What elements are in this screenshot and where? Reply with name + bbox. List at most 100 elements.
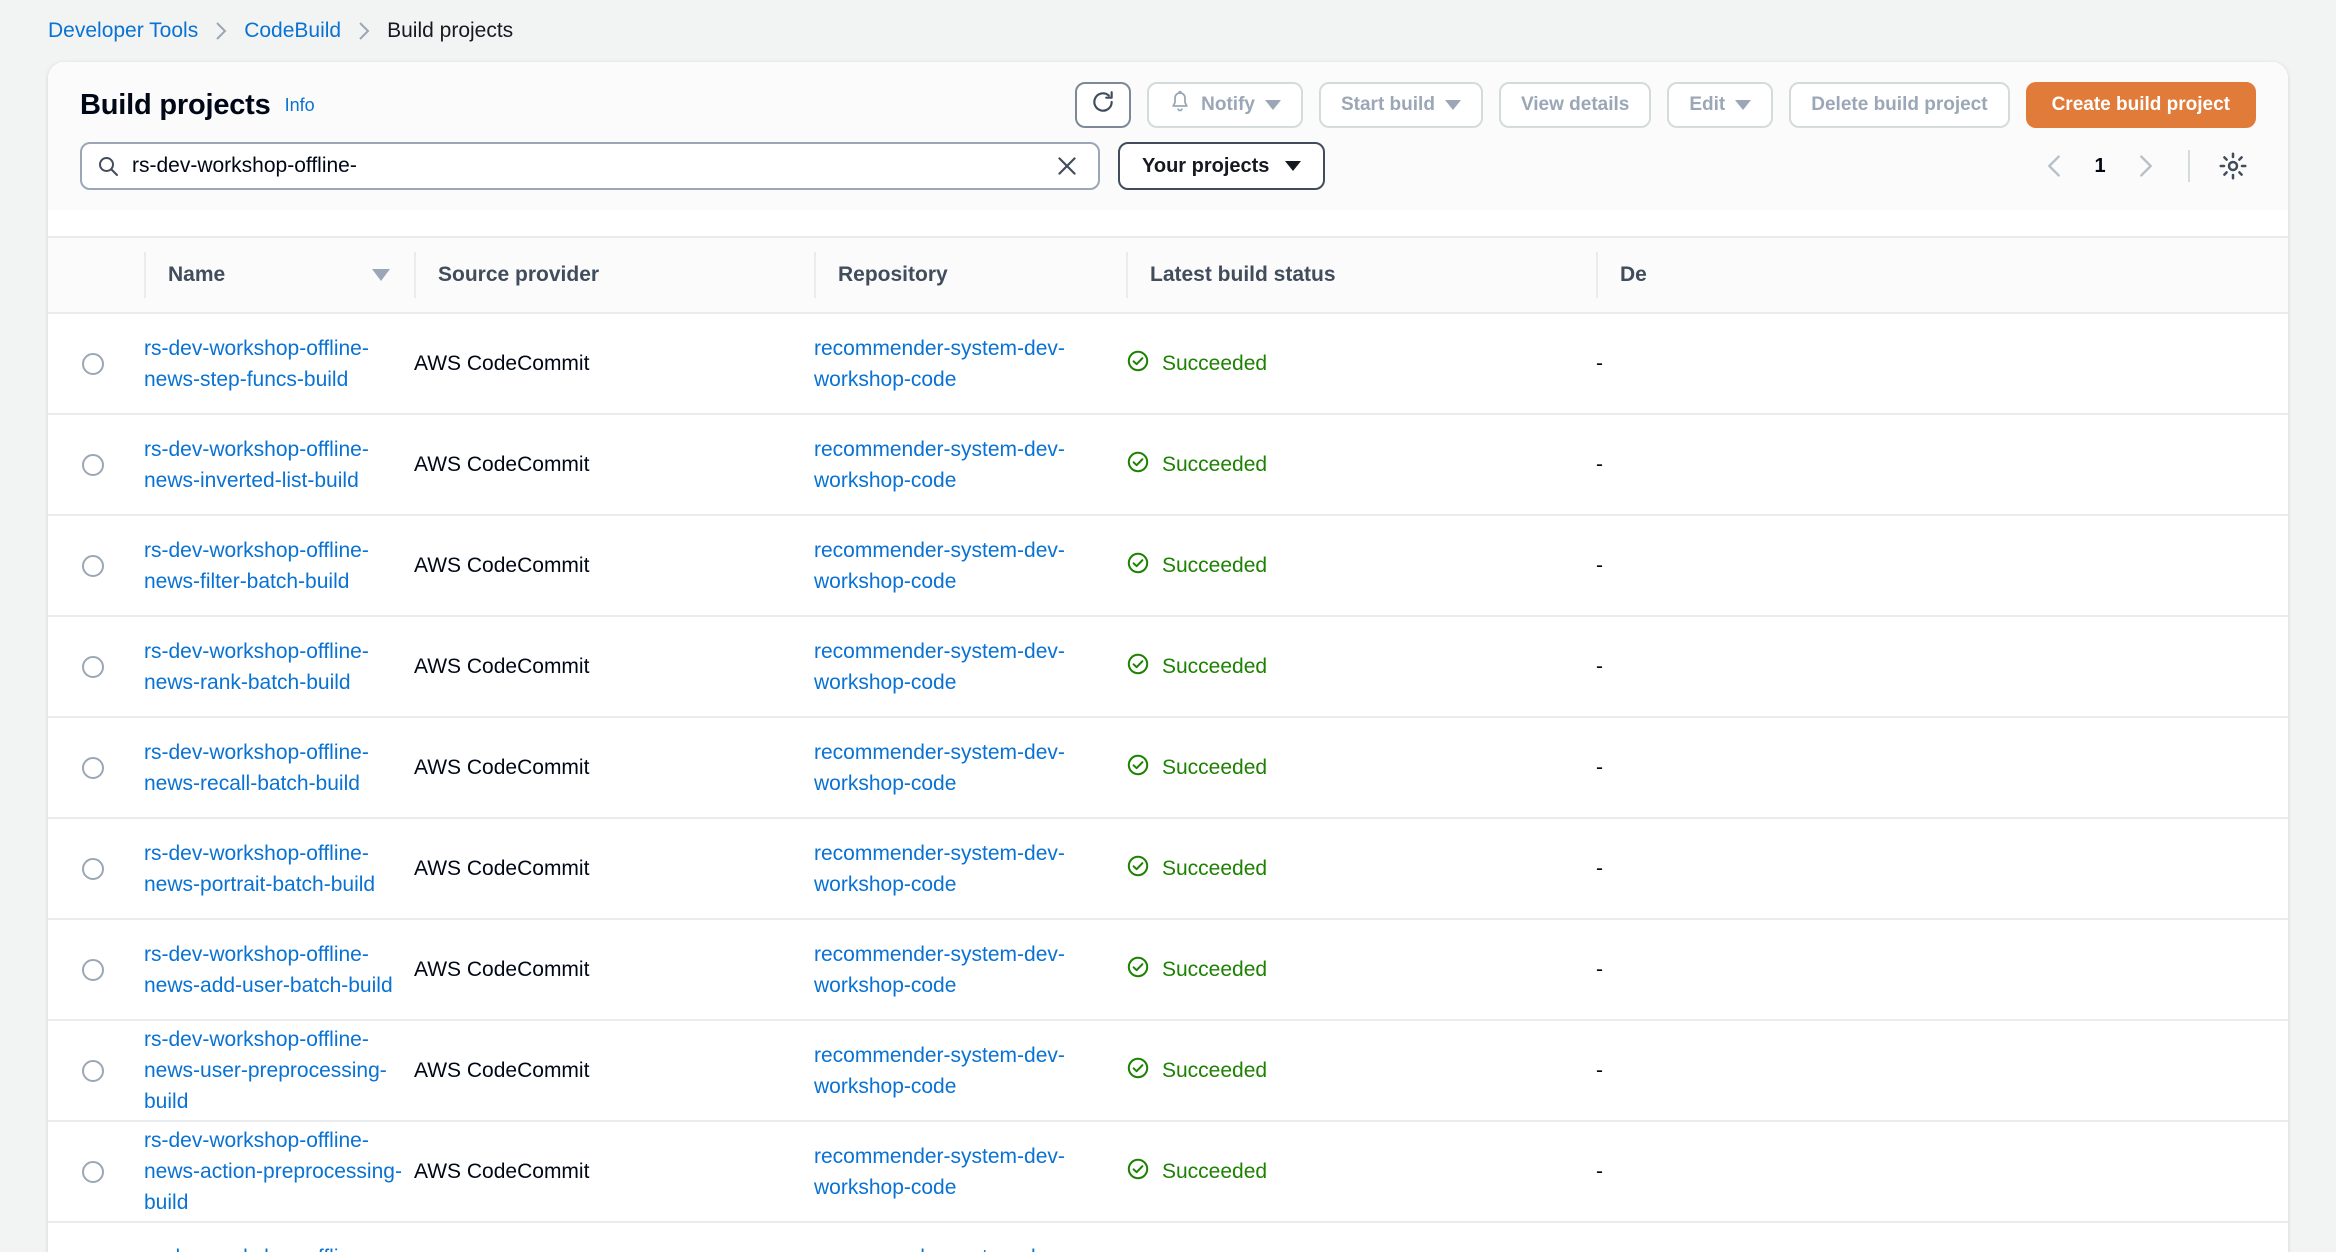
cell-repository: recommender-system-dev-workshop-code xyxy=(814,1121,1126,1222)
project-name-link[interactable]: rs-dev-workshop-offline-news-rank-batch-… xyxy=(144,636,414,698)
create-build-project-button[interactable]: Create build project xyxy=(2025,82,2256,128)
cell-repository: recommender-system-dev-workshop-code xyxy=(814,1020,1126,1121)
edit-label: Edit xyxy=(1689,94,1726,115)
row-radio-button[interactable] xyxy=(82,1059,104,1082)
row-radio-button[interactable] xyxy=(82,655,104,678)
description-value: - xyxy=(1596,1058,1603,1082)
row-radio-button[interactable] xyxy=(82,756,104,779)
column-header-latest-build-status-label: Latest build status xyxy=(1150,263,1336,286)
table-row[interactable]: rs-dev-workshop-offline-news-portrait-ba… xyxy=(48,818,2288,919)
delete-build-project-button[interactable]: Delete build project xyxy=(1789,82,2010,128)
table-row[interactable]: rs-dev-workshop-offline-news-recall-batc… xyxy=(48,717,2288,818)
pagination-page-1[interactable]: 1 xyxy=(2080,155,2120,178)
repository-link[interactable]: recommender-system-dev-workshop-code xyxy=(814,1242,1126,1252)
repository-link[interactable]: recommender-system-dev-workshop-code xyxy=(814,838,1126,900)
build-status-label: Succeeded xyxy=(1162,654,1268,678)
table-row[interactable]: rs-dev-workshop-offline-news-filter-batc… xyxy=(48,515,2288,616)
project-filter-select[interactable]: Your projects xyxy=(1118,142,1326,190)
start-build-button[interactable]: Start build xyxy=(1318,82,1483,128)
check-circle-icon xyxy=(1126,652,1150,682)
project-name-link[interactable]: rs-dev-workshop-offline-news-recall-batc… xyxy=(144,737,414,799)
table-row[interactable]: rs-dev-workshop-offline-news-user-prepro… xyxy=(48,1020,2288,1121)
cell-source-provider: AWS CodeCommit xyxy=(414,515,814,616)
build-projects-table: Name Source provider Repository Latest b… xyxy=(48,236,2288,1252)
project-name-link[interactable]: rs-dev-workshop-offline-news-user-prepro… xyxy=(144,1024,414,1117)
search-row: rs-dev-workshop-offline- Your projects 1 xyxy=(80,136,2256,210)
repository-link[interactable]: recommender-system-dev-workshop-code xyxy=(814,434,1126,496)
breadcrumb-item-developer-tools[interactable]: Developer Tools xyxy=(48,19,198,43)
row-select-cell xyxy=(48,1121,144,1222)
row-select-cell xyxy=(48,818,144,919)
row-radio-button[interactable] xyxy=(82,554,104,577)
row-radio-button[interactable] xyxy=(82,857,104,880)
source-provider-value: AWS CodeCommit xyxy=(414,957,590,981)
table-row[interactable]: rs-dev-workshop-offline-news-dashboard-b… xyxy=(48,1222,2288,1252)
info-link[interactable]: Info xyxy=(285,95,315,116)
project-name-link[interactable]: rs-dev-workshop-offline-news-inverted-li… xyxy=(144,434,414,496)
breadcrumb-item-codebuild[interactable]: CodeBuild xyxy=(244,19,341,43)
repository-link[interactable]: recommender-system-dev-workshop-code xyxy=(814,333,1126,395)
row-radio-button[interactable] xyxy=(82,1160,104,1183)
repository-link[interactable]: recommender-system-dev-workshop-code xyxy=(814,737,1126,799)
project-name-link[interactable]: rs-dev-workshop-offline-news-portrait-ba… xyxy=(144,838,414,900)
repository-link[interactable]: recommender-system-dev-workshop-code xyxy=(814,939,1126,1001)
table-row[interactable]: rs-dev-workshop-offline-news-step-funcs-… xyxy=(48,313,2288,414)
repository-link[interactable]: recommender-system-dev-workshop-code xyxy=(814,535,1126,597)
close-icon[interactable] xyxy=(1050,149,1084,183)
search-icon xyxy=(96,154,120,178)
check-circle-icon xyxy=(1126,1056,1150,1086)
build-status-label: Succeeded xyxy=(1162,452,1268,476)
row-radio-button[interactable] xyxy=(82,958,104,981)
cell-name: rs-dev-workshop-offline-news-action-prep… xyxy=(144,1121,414,1222)
table-row[interactable]: rs-dev-workshop-offline-news-rank-batch-… xyxy=(48,616,2288,717)
table-row[interactable]: rs-dev-workshop-offline-news-inverted-li… xyxy=(48,414,2288,515)
column-header-name-label: Name xyxy=(168,263,226,286)
repository-link[interactable]: recommender-system-dev-workshop-code xyxy=(814,636,1126,698)
start-build-label: Start build xyxy=(1340,94,1435,115)
repository-link[interactable]: recommender-system-dev-workshop-code xyxy=(814,1040,1126,1102)
pagination: 1 xyxy=(2032,143,2256,189)
project-name-link[interactable]: rs-dev-workshop-offline-news-step-funcs-… xyxy=(144,333,414,395)
card-header: Build projects Info Notify Start build V… xyxy=(48,62,2288,210)
table-row[interactable]: rs-dev-workshop-offline-news-add-user-ba… xyxy=(48,919,2288,1020)
cell-name: rs-dev-workshop-offline-news-rank-batch-… xyxy=(144,616,414,717)
refresh-button[interactable] xyxy=(1075,82,1132,128)
build-projects-card: Build projects Info Notify Start build V… xyxy=(48,62,2288,1252)
edit-button[interactable]: Edit xyxy=(1667,82,1774,128)
cell-name: rs-dev-workshop-offline-news-add-user-ba… xyxy=(144,919,414,1020)
build-status-label: Succeeded xyxy=(1162,553,1268,577)
repository-link[interactable]: recommender-system-dev-workshop-code xyxy=(814,1141,1126,1203)
project-name-link[interactable]: rs-dev-workshop-offline-news-add-user-ba… xyxy=(144,939,414,1001)
description-value: - xyxy=(1596,553,1603,577)
bell-icon xyxy=(1169,90,1191,120)
project-name-link[interactable]: rs-dev-workshop-offline-news-filter-batc… xyxy=(144,535,414,597)
cell-source-provider: AWS CodeCommit xyxy=(414,717,814,818)
row-radio-button[interactable] xyxy=(82,453,104,476)
cell-latest-build-status: Succeeded xyxy=(1126,919,1596,1020)
column-header-name[interactable]: Name xyxy=(144,237,414,313)
gear-icon[interactable] xyxy=(2210,143,2256,189)
cell-name: rs-dev-workshop-offline-news-inverted-li… xyxy=(144,414,414,515)
pagination-prev-button[interactable] xyxy=(2032,144,2076,188)
header-row: Build projects Info Notify Start build V… xyxy=(80,62,2256,136)
row-select-cell xyxy=(48,414,144,515)
cell-name: rs-dev-workshop-offline-news-dashboard-b… xyxy=(144,1222,414,1252)
project-name-link[interactable]: rs-dev-workshop-offline-news-dashboard-b… xyxy=(144,1242,414,1252)
breadcrumb-item-build-projects: Build projects xyxy=(387,19,514,42)
cell-latest-build-status: Succeeded xyxy=(1126,414,1596,515)
breadcrumb: Developer Tools CodeBuild Build projects xyxy=(0,0,2336,62)
notify-button[interactable]: Notify xyxy=(1147,82,1303,128)
cell-description: - xyxy=(1596,313,2288,414)
chevron-down-icon xyxy=(1264,100,1281,110)
table-row[interactable]: rs-dev-workshop-offline-news-action-prep… xyxy=(48,1121,2288,1222)
row-select-cell xyxy=(48,616,144,717)
pagination-next-button[interactable] xyxy=(2124,144,2168,188)
cell-latest-build-status: Succeeded xyxy=(1126,818,1596,919)
project-name-link[interactable]: rs-dev-workshop-offline-news-action-prep… xyxy=(144,1125,414,1218)
search-input[interactable]: rs-dev-workshop-offline- xyxy=(80,142,1100,190)
cell-latest-build-status: Succeeded xyxy=(1126,616,1596,717)
row-radio-button[interactable] xyxy=(82,352,104,375)
description-value: - xyxy=(1596,654,1603,678)
cell-source-provider: AWS CodeCommit xyxy=(414,1222,814,1252)
view-details-button[interactable]: View details xyxy=(1498,82,1652,128)
